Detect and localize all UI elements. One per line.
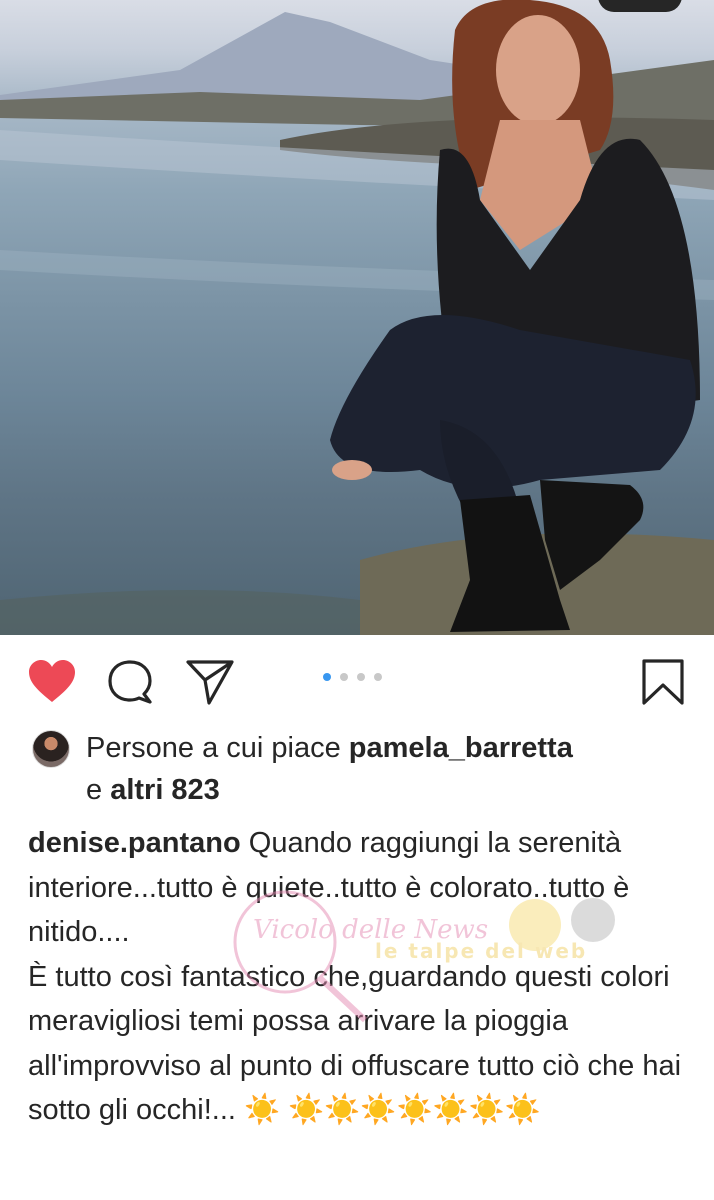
heart-filled-icon [29, 660, 75, 702]
action-bar [0, 635, 714, 725]
likes-summary: Persone a cui piace pamela_barretta e al… [0, 727, 714, 811]
carousel-indicator [323, 673, 382, 681]
send-icon [186, 660, 234, 705]
carousel-dot-active [323, 673, 331, 681]
comment-button[interactable] [106, 657, 156, 707]
carousel-dot [374, 673, 382, 681]
share-button[interactable] [185, 657, 235, 707]
liker-avatar[interactable] [32, 730, 70, 768]
post-photo-illustration [0, 0, 714, 635]
likes-prefix: Persone a cui piace [86, 732, 349, 764]
carousel-dot [340, 673, 348, 681]
caption-text: Quando raggiungi la serenità interiore..… [28, 827, 682, 1126]
likes-joiner: e [86, 774, 111, 806]
liker-username[interactable]: pamela_barretta [349, 732, 573, 764]
post-image[interactable] [0, 0, 714, 635]
post-caption: denise.pantano Quando raggiungi la seren… [0, 821, 714, 1133]
caption-author[interactable]: denise.pantano [28, 827, 241, 859]
like-button[interactable] [27, 657, 77, 707]
likes-others-count[interactable]: altri 823 [110, 774, 220, 806]
options-pill[interactable] [598, 0, 682, 12]
comment-icon [108, 660, 152, 704]
bookmark-icon [642, 659, 684, 705]
save-button[interactable] [638, 657, 688, 707]
carousel-dot [357, 673, 365, 681]
